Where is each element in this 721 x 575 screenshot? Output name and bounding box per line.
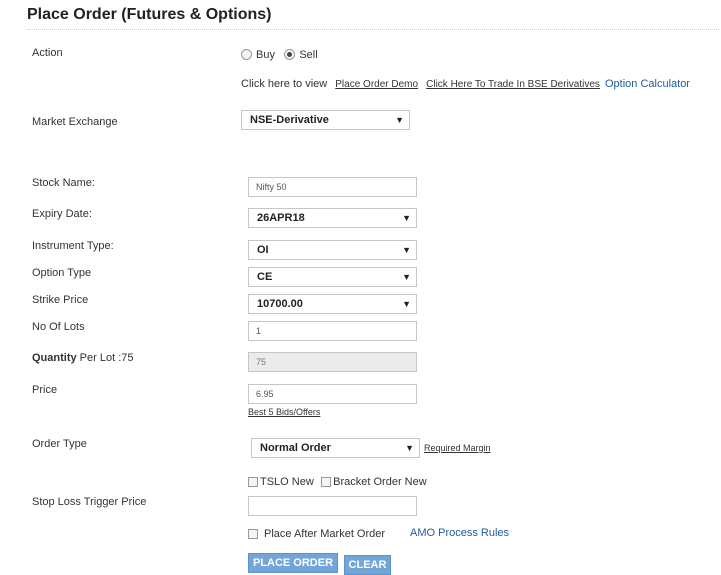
links-prefix: Click here to view [241, 78, 328, 90]
market-exchange-select[interactable]: NSE-Derivative ▼ [241, 110, 410, 130]
price-label: Price [32, 384, 58, 396]
action-radio-group: Buy Sell [241, 47, 324, 61]
dropdown-arrow-icon: ▼ [402, 299, 411, 309]
option-type-label: Option Type [32, 267, 92, 279]
stop-loss-label: Stop Loss Trigger Price [32, 496, 147, 508]
dropdown-arrow-icon: ▼ [402, 245, 411, 255]
no-of-lots-label: No Of Lots [32, 321, 85, 333]
after-market-checkbox[interactable] [248, 528, 258, 539]
tslo-label[interactable]: TSLO New [260, 476, 314, 488]
tslo-checkbox[interactable] [248, 476, 258, 487]
sell-radio[interactable] [284, 49, 296, 61]
buy-radio-label[interactable]: Buy [256, 49, 275, 61]
bracket-order-label[interactable]: Bracket Order New [333, 476, 427, 488]
amo-process-rules-link[interactable]: AMO Process Rules [410, 527, 509, 539]
order-type-label: Order Type [32, 438, 87, 450]
place-order-button[interactable]: PLACE ORDER [248, 553, 338, 573]
required-margin-link[interactable]: Required Margin [424, 443, 491, 453]
order-options-row: TSLO New Bracket Order New [248, 474, 427, 488]
dropdown-arrow-icon: ▼ [395, 115, 404, 125]
after-market-row: Place After Market Order [248, 526, 385, 540]
clear-button[interactable]: CLEAR [344, 555, 391, 575]
dropdown-arrow-icon: ▼ [402, 213, 411, 223]
strike-price-label: Strike Price [32, 294, 89, 306]
instrument-type-label: Instrument Type: [32, 240, 114, 252]
title-divider [27, 29, 719, 30]
dropdown-arrow-icon: ▼ [405, 443, 414, 453]
strike-price-select[interactable]: 10700.00 ▼ [248, 294, 417, 314]
expiry-date-select[interactable]: 26APR18 ▼ [248, 208, 417, 228]
instrument-type-select[interactable]: OI ▼ [248, 240, 417, 260]
quantity-label-rest: Per Lot :75 [76, 352, 134, 364]
instrument-type-value: OI [257, 244, 269, 256]
best-5-bids-link[interactable]: Best 5 Bids/Offers [248, 407, 320, 417]
bracket-order-checkbox[interactable] [321, 476, 332, 487]
price-input[interactable]: 6.95 [248, 384, 417, 404]
page-title: Place Order (Futures & Options) [27, 6, 272, 23]
place-order-demo-link[interactable]: Place Order Demo [335, 79, 418, 90]
dropdown-arrow-icon: ▼ [402, 272, 411, 282]
quantity-input: 75 [248, 352, 417, 372]
option-type-select[interactable]: CE ▼ [248, 267, 417, 287]
bse-derivatives-link[interactable]: Click Here To Trade In BSE Derivatives [426, 79, 600, 90]
buy-radio[interactable] [241, 49, 252, 61]
order-type-value: Normal Order [260, 442, 331, 454]
expiry-date-label: Expiry Date: [32, 208, 92, 220]
stock-name-label: Stock Name: [32, 177, 95, 189]
stop-loss-input[interactable] [248, 496, 417, 516]
quantity-label-bold: Quantity [32, 352, 77, 364]
option-type-value: CE [257, 271, 273, 283]
expiry-date-value: 26APR18 [257, 212, 305, 224]
option-calculator-link[interactable]: Option Calculator [605, 78, 690, 90]
action-label: Action [32, 47, 63, 59]
order-type-select[interactable]: Normal Order ▼ [251, 438, 420, 458]
links-row: Click here to view Place Order Demo Clic… [241, 78, 690, 90]
market-exchange-value: NSE-Derivative [250, 114, 329, 126]
strike-price-value: 10700.00 [257, 298, 303, 310]
sell-radio-label[interactable]: Sell [299, 49, 317, 61]
market-exchange-label: Market Exchange [32, 116, 118, 128]
stock-name-input[interactable]: Nifty 50 [248, 177, 417, 197]
after-market-label[interactable]: Place After Market Order [264, 528, 385, 540]
no-of-lots-input[interactable]: 1 [248, 321, 417, 341]
quantity-per-lot-label: Quantity Per Lot :75 [32, 352, 134, 364]
